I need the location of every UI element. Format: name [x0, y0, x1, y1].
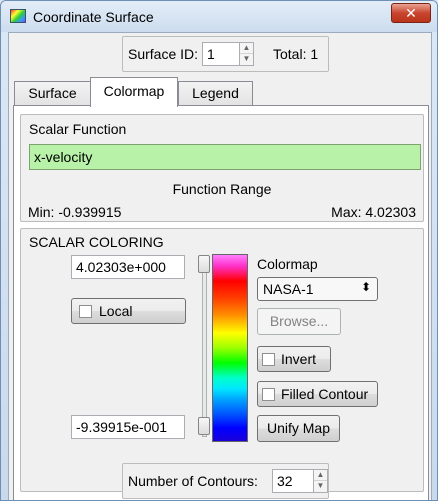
colormap-icon: [10, 9, 26, 23]
invert-label: Invert: [281, 351, 317, 367]
contours-input[interactable]: 32: [272, 469, 314, 493]
local-checkbox[interactable]: [79, 305, 92, 318]
window-title: Coordinate Surface: [33, 9, 154, 25]
tab-legend[interactable]: Legend: [178, 81, 253, 105]
colormap-selected-value: NASA-1: [263, 281, 314, 297]
coordinate-surface-window: Coordinate Surface ✕ Surface ID: 1 ▲ ▼ T…: [0, 0, 438, 501]
surface-id-label: Surface ID:: [128, 46, 199, 62]
max-value-label: Max: 4.02303: [331, 204, 416, 220]
colormap-select[interactable]: NASA-1 ⬍: [257, 277, 378, 301]
local-button[interactable]: Local: [71, 298, 186, 324]
dialog-body: Surface ID: 1 ▲ ▼ Total: 1 Surface Color…: [8, 32, 432, 500]
scalar-coloring-group: SCALAR COLORING 4.02303e+000 Local -9.39…: [20, 228, 424, 492]
surface-id-spinner[interactable]: ▲ ▼: [239, 42, 254, 66]
tab-colormap[interactable]: Colormap: [90, 77, 178, 107]
unify-map-button[interactable]: Unify Map: [257, 415, 340, 442]
min-slider-handle[interactable]: [198, 417, 210, 435]
function-range-label: Function Range: [172, 181, 272, 197]
filled-contour-toggle[interactable]: Filled Contour: [257, 381, 378, 407]
min-value-label: Min: -0.939915: [28, 204, 122, 220]
range-slider-track[interactable]: [202, 259, 207, 437]
tab-surface[interactable]: Surface: [14, 81, 91, 105]
scalar-function-group: Scalar Function x-velocity Function Rang…: [20, 114, 424, 222]
min-value-input[interactable]: -9.39915e-001: [71, 415, 185, 439]
surface-id-group: Surface ID: 1 ▲ ▼ Total: 1: [122, 36, 329, 72]
colormap-label: Colormap: [257, 256, 318, 272]
spin-up-icon[interactable]: ▲: [240, 43, 253, 54]
spin-up-icon[interactable]: ▲: [314, 470, 327, 481]
max-slider-handle[interactable]: [198, 255, 210, 273]
dropdown-arrow-icon: ⬍: [360, 280, 371, 294]
close-button[interactable]: ✕: [391, 3, 431, 23]
contours-spinner[interactable]: ▲ ▼: [313, 469, 328, 493]
scalar-coloring-label: SCALAR COLORING: [29, 234, 164, 250]
colormap-tab-panel: Scalar Function x-velocity Function Rang…: [13, 105, 429, 500]
invert-toggle[interactable]: Invert: [257, 346, 331, 372]
browse-button[interactable]: Browse...: [257, 308, 341, 335]
surface-id-input[interactable]: 1: [202, 42, 240, 66]
max-value-input[interactable]: 4.02303e+000: [71, 255, 185, 279]
colormap-preview: [212, 254, 248, 442]
filled-contour-label: Filled Contour: [281, 386, 369, 402]
function-field[interactable]: x-velocity: [29, 144, 421, 170]
spin-down-icon[interactable]: ▼: [240, 54, 253, 65]
scalar-function-label: Scalar Function: [29, 121, 127, 137]
filled-contour-checkbox[interactable]: [262, 388, 275, 401]
title-bar[interactable]: Coordinate Surface ✕: [1, 1, 437, 32]
contours-group: Number of Contours: 32 ▲ ▼: [122, 463, 329, 499]
contours-label: Number of Contours:: [128, 473, 258, 489]
spin-down-icon[interactable]: ▼: [314, 481, 327, 492]
local-label: Local: [99, 303, 133, 319]
total-label: Total: 1: [273, 46, 319, 62]
invert-checkbox[interactable]: [262, 353, 275, 366]
